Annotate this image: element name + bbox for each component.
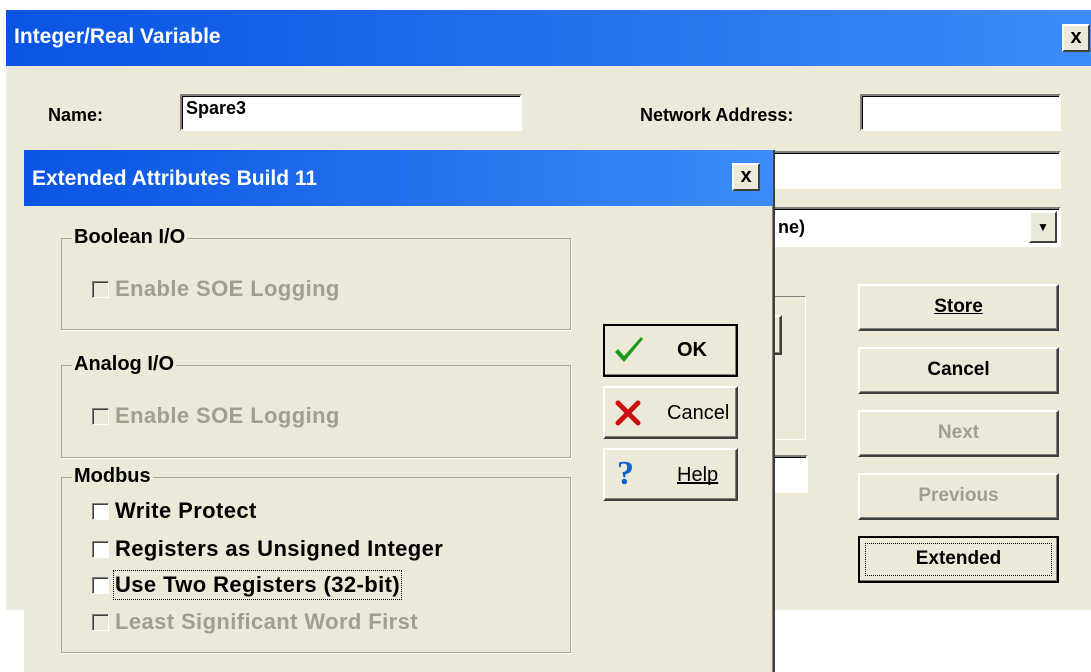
secondary-text-input[interactable] xyxy=(772,151,1061,189)
modbus-legend: Modbus xyxy=(72,465,153,488)
close-icon: x xyxy=(740,165,752,187)
boolean-soe-logging-label: Enable SOE Logging xyxy=(115,276,340,301)
next-button-label: Next xyxy=(937,422,980,443)
main-cancel-button-label: Cancel xyxy=(927,359,990,380)
analog-io-legend: Analog I/O xyxy=(72,353,176,376)
main-title: Integer/Real Variable xyxy=(14,25,221,48)
extended-cancel-label: Cancel xyxy=(667,402,730,424)
name-input[interactable]: Spare3 xyxy=(180,94,522,131)
lsw-first-label: Least Significant Word First xyxy=(115,609,418,634)
x-icon xyxy=(615,400,641,426)
extended-button[interactable]: Extended xyxy=(858,536,1059,583)
help-button-label: Help xyxy=(677,464,719,486)
lsw-first-checkbox[interactable]: Least Significant Word First xyxy=(92,609,418,635)
name-input-value: Spare3 xyxy=(186,98,247,118)
next-button[interactable]: Next xyxy=(858,410,1059,457)
checkbox-box xyxy=(92,502,109,520)
extended-close-button[interactable]: x xyxy=(732,163,760,191)
main-title-bar[interactable]: Integer/Real Variable x xyxy=(6,10,1091,66)
small-input[interactable] xyxy=(772,455,808,493)
write-protect-label: Write Protect xyxy=(115,498,257,523)
analog-soe-logging-checkbox[interactable]: Enable SOE Logging xyxy=(92,403,340,429)
extended-cancel-button[interactable]: Cancel xyxy=(603,386,738,439)
write-protect-checkbox[interactable]: Write Protect xyxy=(92,498,257,524)
help-button[interactable]: ? Help xyxy=(603,448,738,501)
type-dropdown[interactable]: ne) ▼ xyxy=(772,207,1061,247)
network-address-input[interactable] xyxy=(860,94,1061,131)
registers-unsigned-checkbox[interactable]: Registers as Unsigned Integer xyxy=(92,536,443,562)
checkbox-box xyxy=(92,280,109,298)
analog-io-group: Analog I/O Enable SOE Logging xyxy=(61,353,571,458)
main-close-button[interactable]: x xyxy=(1062,24,1090,52)
dropdown-arrow-button[interactable]: ▼ xyxy=(1029,211,1057,243)
registers-unsigned-label: Registers as Unsigned Integer xyxy=(115,536,444,561)
checkbox-box xyxy=(92,407,109,425)
extended-focus-rect xyxy=(865,543,1052,576)
previous-button-label: Previous xyxy=(918,485,999,506)
boolean-io-group: Boolean I/O Enable SOE Logging xyxy=(61,226,571,330)
ok-button-label: OK xyxy=(677,339,707,361)
type-dropdown-value: ne) xyxy=(778,217,805,237)
checkmark-icon xyxy=(613,336,645,366)
store-button-label: Store xyxy=(934,296,983,317)
boolean-io-legend: Boolean I/O xyxy=(72,226,188,249)
two-registers-label: Use Two Registers (32-bit) xyxy=(112,570,403,600)
name-label: Name: xyxy=(48,105,104,125)
network-address-label: Network Address: xyxy=(640,105,794,125)
modbus-group: Modbus Write Protect Registers as Unsign… xyxy=(61,465,571,653)
checkbox-box xyxy=(92,613,109,631)
checkbox-box xyxy=(92,540,109,558)
ok-button[interactable]: OK xyxy=(603,324,738,377)
extended-attributes-dialog: Extended Attributes Build 11 x Boolean I… xyxy=(24,150,775,672)
chevron-down-icon: ▼ xyxy=(1037,220,1049,234)
question-icon: ? xyxy=(617,455,634,492)
extended-title: Extended Attributes Build 11 xyxy=(32,167,318,190)
checkbox-box xyxy=(92,576,109,594)
two-registers-checkbox[interactable]: Use Two Registers (32-bit) xyxy=(92,570,403,600)
extended-title-bar[interactable]: Extended Attributes Build 11 x xyxy=(24,150,773,206)
previous-button[interactable]: Previous xyxy=(858,473,1059,520)
analog-soe-logging-label: Enable SOE Logging xyxy=(115,403,340,428)
close-icon: x xyxy=(1070,26,1082,48)
main-cancel-button[interactable]: Cancel xyxy=(858,347,1059,394)
store-button[interactable]: Store xyxy=(858,284,1059,331)
boolean-soe-logging-checkbox[interactable]: Enable SOE Logging xyxy=(92,276,340,302)
